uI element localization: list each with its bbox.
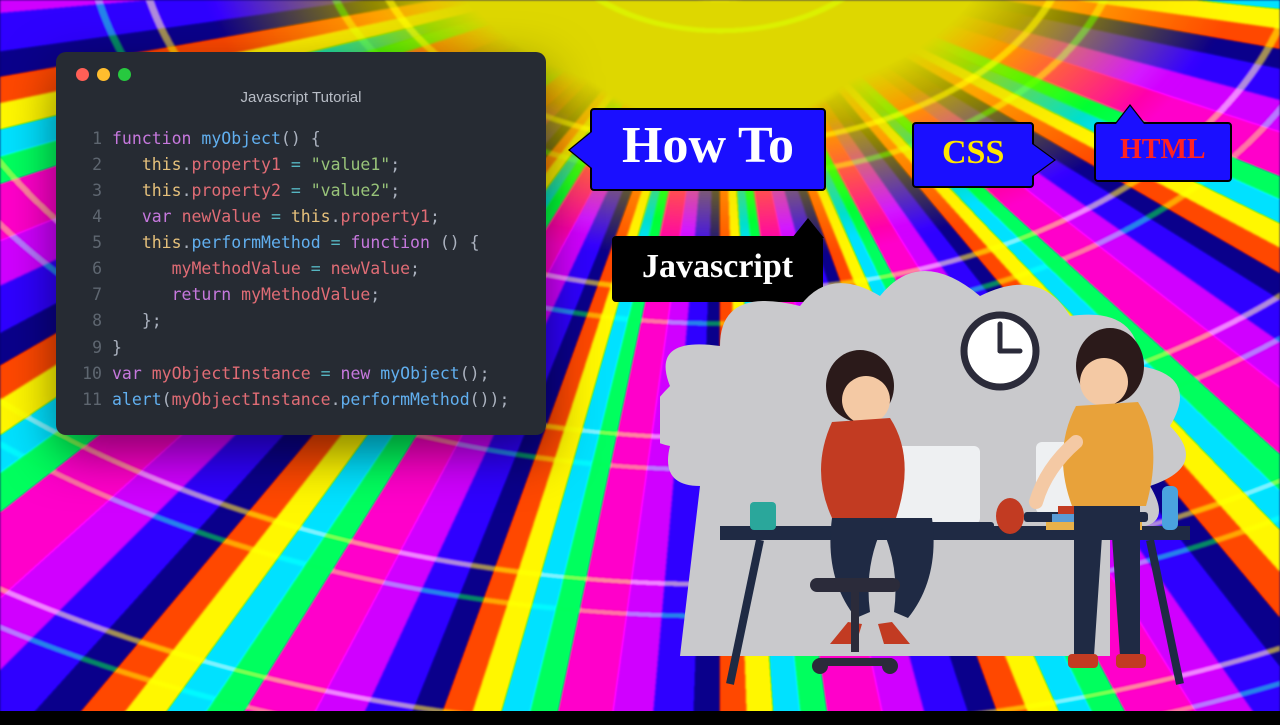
- line-number: 8: [76, 308, 102, 334]
- code-line: 2 this.property1 = "value1";: [76, 152, 526, 178]
- html-label: HTML: [1094, 122, 1232, 182]
- bubble-tail-icon: [792, 218, 824, 238]
- code-tokens: var newValue = this.property1;: [112, 204, 440, 230]
- code-tokens: function myObject() {: [112, 126, 321, 152]
- code-line: 1 function myObject() {: [76, 126, 526, 152]
- code-editor-panel: Javascript Tutorial 1 function myObject()…: [56, 52, 546, 435]
- code-line: 7 return myMethodValue;: [76, 282, 526, 308]
- code-tokens: };: [112, 308, 162, 334]
- line-number: 9: [76, 335, 102, 361]
- code-line: 10 var myObjectInstance = new myObject();: [76, 361, 526, 387]
- css-text: CSS: [942, 134, 1004, 171]
- how-to-text: How To: [622, 117, 794, 174]
- code-line: 5 this.performMethod = function () {: [76, 230, 526, 256]
- html-text: HTML: [1120, 134, 1206, 165]
- line-number: 4: [76, 204, 102, 230]
- code-tokens: this.performMethod = function () {: [112, 230, 480, 256]
- bubble-tail-icon: [570, 132, 592, 168]
- code-tokens: this.property1 = "value1";: [112, 152, 400, 178]
- window-dots: [76, 68, 526, 81]
- code-line: 3 this.property2 = "value2";: [76, 178, 526, 204]
- code-line: 9}: [76, 335, 526, 361]
- code-tokens: }: [112, 335, 122, 361]
- code-line: 11 alert(myObjectInstance.performMethod()…: [76, 387, 526, 413]
- code-tokens: return myMethodValue;: [112, 282, 380, 308]
- code-line: 4 var newValue = this.property1;: [76, 204, 526, 230]
- line-number: 6: [76, 256, 102, 282]
- bubble-tail-icon: [1116, 106, 1144, 124]
- minimize-dot-icon: [97, 68, 110, 81]
- line-number: 11: [76, 387, 102, 413]
- zoom-dot-icon: [118, 68, 131, 81]
- line-number: 5: [76, 230, 102, 256]
- bubble-tail-icon: [1032, 144, 1054, 176]
- css-label: CSS: [912, 122, 1034, 188]
- code-line: 6 myMethodValue = newValue;: [76, 256, 526, 282]
- close-dot-icon: [76, 68, 89, 81]
- code-tokens: var myObjectInstance = new myObject();: [112, 361, 490, 387]
- bottom-bar: [0, 711, 1280, 725]
- line-number: 10: [76, 361, 102, 387]
- code-block: 1function myObject() {2 this.property1 =…: [76, 126, 526, 413]
- code-tokens: alert(myObjectInstance.performMethod());: [112, 387, 509, 413]
- code-tokens: myMethodValue = newValue;: [112, 256, 420, 282]
- code-tokens: this.property2 = "value2";: [112, 178, 400, 204]
- line-number: 7: [76, 282, 102, 308]
- line-number: 1: [76, 126, 102, 152]
- line-number: 2: [76, 152, 102, 178]
- code-line: 8 };: [76, 308, 526, 334]
- editor-title: Javascript Tutorial: [76, 89, 526, 106]
- line-number: 3: [76, 178, 102, 204]
- people-at-desk-illustration: [660, 266, 1270, 696]
- how-to-label: How To: [590, 108, 826, 191]
